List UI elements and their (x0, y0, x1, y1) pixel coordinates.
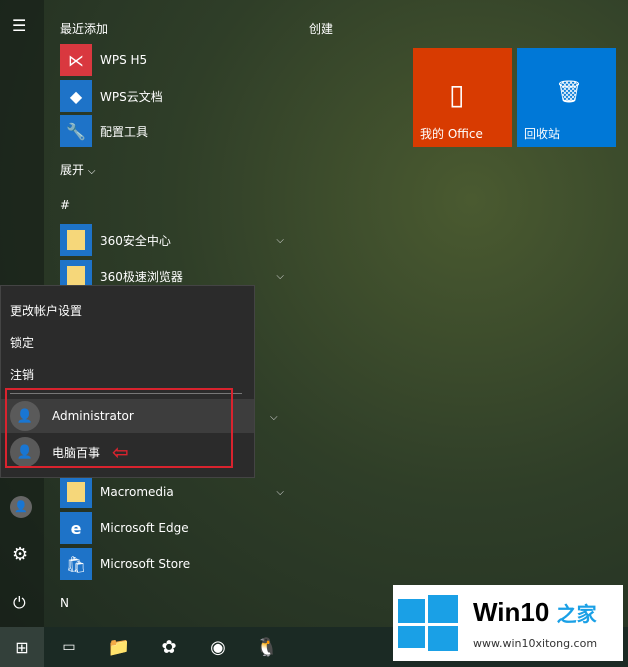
expand-button[interactable]: 展开 ⌵ (60, 161, 95, 178)
edge-icon: e (60, 512, 92, 544)
app-label: Microsoft Edge (100, 521, 189, 535)
app-store[interactable]: 🛍 Microsoft Store (60, 548, 290, 580)
app-360-security[interactable]: 360安全中心 ⌵ (60, 224, 290, 256)
cube-icon: ◆ (60, 80, 92, 112)
create-header: 创建 (309, 22, 334, 36)
folder-icon (60, 224, 92, 256)
photos-app-icon[interactable]: ✿ (147, 627, 191, 667)
windows-logo-icon (398, 595, 458, 651)
office-icon: ▯ (449, 78, 465, 111)
gear-icon[interactable]: ⚙ (12, 544, 28, 565)
app-config-tool[interactable]: 🔧 配置工具 (60, 115, 290, 147)
tile-label: 回收站 (524, 127, 561, 141)
app-wps-h5[interactable]: ⋉ WPS H5 (60, 44, 290, 76)
tile-recycle-bin[interactable]: 🗑 回收站 (517, 48, 616, 147)
app-label: 360安全中心 (100, 233, 171, 248)
watermark-title: Win10 (473, 597, 550, 627)
app-label: 360极速浏览器 (100, 269, 183, 284)
windows-start-icon[interactable]: ⊞ (0, 627, 44, 667)
browser-app-icon[interactable]: ◉ (196, 627, 240, 667)
user-icon[interactable]: 👤 (10, 496, 32, 518)
chevron-down-icon: ⌵ (276, 234, 284, 246)
power-icon[interactable]: ⏻ (13, 593, 26, 613)
recent-header: 最近添加 (60, 22, 109, 36)
watermark-title-cn: 之家 (556, 604, 597, 626)
app-label: 配置工具 (100, 124, 149, 139)
app-label: WPS H5 (100, 53, 148, 67)
app-wps-cloud[interactable]: ◆ WPS云文档 (60, 80, 290, 112)
chevron-down-icon: ⌵ (276, 270, 284, 282)
app-label: Microsoft Store (100, 557, 191, 571)
folder-icon (60, 476, 92, 508)
app-edge[interactable]: e Microsoft Edge (60, 512, 290, 544)
watermark-url: www.win10xitong.com (473, 637, 598, 650)
qq-icon[interactable]: 🐧 (245, 627, 289, 667)
letter-header-n[interactable]: N (60, 596, 69, 610)
chevron-down-icon: ⌵ (87, 166, 96, 177)
highlight-box (5, 388, 233, 468)
hamburger-icon[interactable]: ☰ (12, 16, 26, 35)
file-explorer-icon[interactable]: 📁 (97, 627, 141, 667)
chevron-down-icon[interactable]: ⌵ (270, 412, 278, 423)
app-label: Macromedia (100, 485, 174, 499)
recycle-bin-icon: 🗑 (555, 80, 583, 105)
expand-label: 展开 (60, 163, 85, 177)
tile-office[interactable]: ▯ 我的 Office (413, 48, 512, 147)
wrench-icon: 🔧 (60, 115, 92, 147)
app-macromedia[interactable]: Macromedia ⌵ (60, 476, 290, 508)
watermark-logo: Win10 之家 www.win10xitong.com (393, 585, 623, 661)
task-view-icon[interactable]: ▭ (47, 627, 91, 667)
letter-header-hash[interactable]: # (60, 198, 70, 212)
chevron-down-icon: ⌵ (276, 486, 284, 498)
menu-lock[interactable]: 锁定 (10, 334, 34, 351)
wps-h5-icon: ⋉ (60, 44, 92, 76)
menu-change-account-settings[interactable]: 更改帐户设置 (10, 302, 82, 319)
app-label: WPS云文档 (100, 89, 163, 104)
menu-sign-out[interactable]: 注销 (10, 366, 34, 383)
store-icon: 🛍 (60, 548, 92, 580)
tile-label: 我的 Office (420, 127, 483, 141)
